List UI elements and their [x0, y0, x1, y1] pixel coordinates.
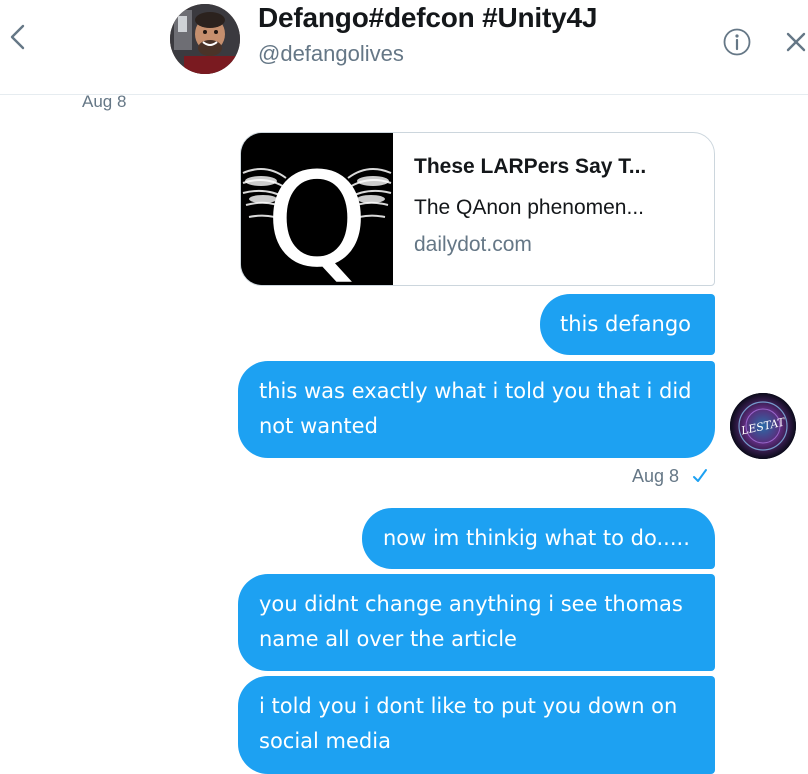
message-bubble[interactable]: you didnt change anything i see thomas n…	[238, 574, 715, 671]
message-timestamp: Aug 8	[632, 466, 680, 486]
chevron-left-icon[interactable]	[4, 18, 30, 56]
close-icon[interactable]	[784, 29, 808, 55]
message-bubble[interactable]: this was exactly what i told you that i …	[238, 361, 715, 458]
q-logo-letter: Q	[266, 144, 368, 286]
avatar[interactable]	[170, 4, 240, 74]
link-title: These LARPers Say T...	[414, 155, 647, 178]
link-thumbnail: Q	[241, 133, 393, 286]
link-description: The QAnon phenomen...	[414, 196, 644, 219]
message-bubble[interactable]: i told you i dont like to put you down o…	[238, 676, 715, 774]
conversation-title: Defango#defcon #Unity4J	[258, 2, 598, 33]
link-domain: dailydot.com	[414, 233, 532, 256]
checkmark-icon	[693, 469, 707, 482]
date-separator: Aug 8	[82, 92, 127, 111]
message-bubble[interactable]: now im thinkig what to do.....	[362, 508, 715, 569]
conversation-header: Defango#defcon #Unity4J @defangolives	[0, 0, 808, 95]
sender-avatar[interactable]: LESTAT	[730, 393, 796, 459]
info-icon[interactable]	[722, 27, 752, 57]
message-bubble[interactable]: this defango	[540, 294, 715, 355]
link-preview-card[interactable]: Q These LARPers Say T... The QAnon pheno…	[240, 132, 715, 286]
conversation-handle: @defangolives	[258, 41, 404, 66]
